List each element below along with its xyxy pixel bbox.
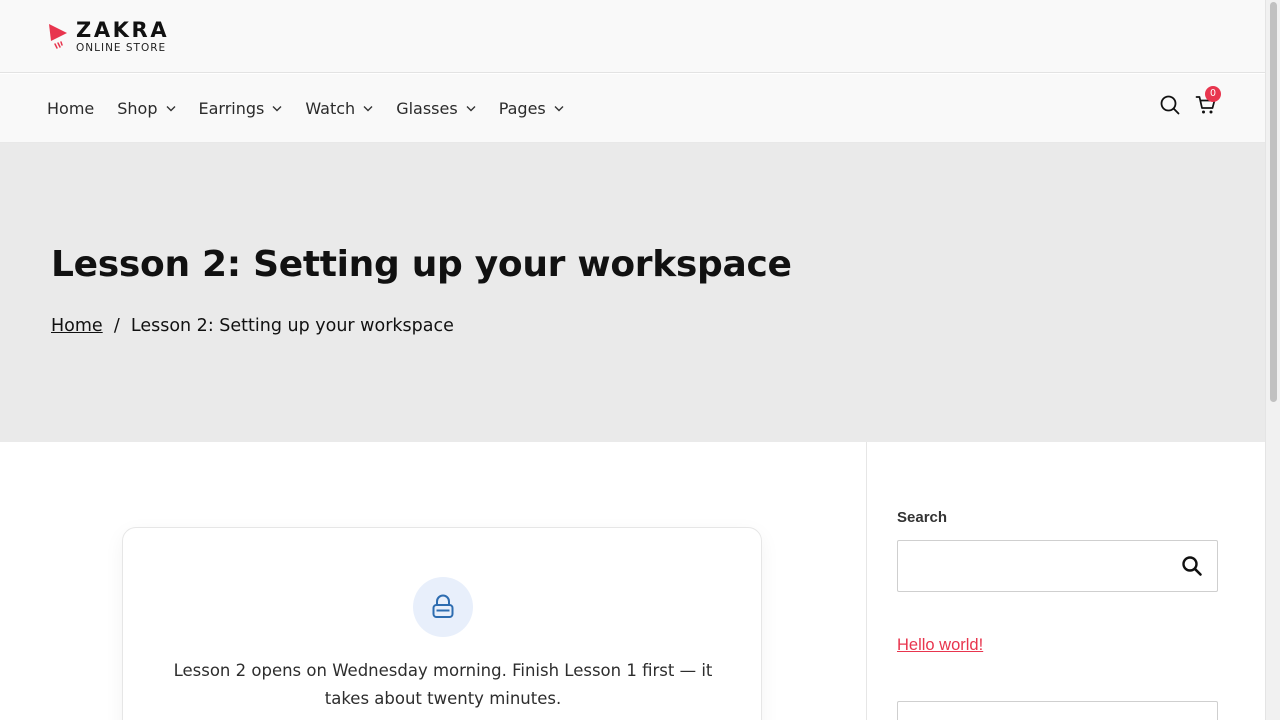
scrollbar-thumb[interactable] [1270, 2, 1277, 402]
nav-item-earrings[interactable]: Earrings [199, 99, 283, 118]
sidebar-widget-box[interactable] [897, 701, 1218, 720]
sidebar-search-input[interactable] [898, 541, 1168, 591]
header-actions: 0 [1159, 86, 1221, 116]
nav-item-watch[interactable]: Watch [305, 99, 373, 118]
sidebar-search-label: Search [897, 509, 948, 526]
logo-icon [49, 24, 67, 49]
brand-tagline: ONLINE STORE [76, 42, 167, 54]
sidebar-search-box [897, 540, 1218, 592]
site-header-top: ZAKRA ONLINE STORE [0, 0, 1265, 73]
chevron-down-icon [272, 106, 282, 112]
breadcrumb-current: Lesson 2: Setting up your workspace [130, 316, 454, 336]
chevron-down-icon [554, 106, 564, 112]
search-icon[interactable] [1181, 555, 1203, 577]
chevron-down-icon [363, 106, 373, 112]
nav-item-shop[interactable]: Shop [117, 99, 175, 118]
nav-item-label: Watch [305, 99, 356, 118]
breadcrumb: Home / Lesson 2: Setting up your workspa… [51, 316, 454, 336]
lock-icon-badge [413, 577, 473, 637]
nav-item-label: Pages [498, 99, 546, 118]
nav-item-home[interactable]: Home [47, 99, 94, 118]
breadcrumb-separator: / [108, 316, 126, 336]
nav-item-glasses[interactable]: Glasses [396, 99, 476, 118]
nav-item-pages[interactable]: Pages [499, 99, 564, 118]
main-navigation-bar: Home Shop Earrings Watch Glasses Pages 0 [0, 74, 1265, 143]
sidebar-recent-post-link[interactable]: Hello world! [897, 636, 983, 655]
locked-lesson-message: Lesson 2 opens on Wednesday morning. Fin… [173, 661, 713, 708]
nav-item-label: Glasses [396, 99, 458, 118]
search-icon[interactable] [1159, 94, 1181, 116]
chevron-down-icon [466, 106, 476, 112]
site-logo[interactable]: ZAKRA ONLINE STORE [47, 19, 169, 55]
lock-icon [432, 594, 454, 618]
primary-menu: Home Shop Earrings Watch Glasses Pages [47, 74, 587, 143]
breadcrumb-home-link[interactable]: Home [51, 316, 103, 336]
page-header: Lesson 2: Setting up your workspace Home… [0, 143, 1265, 442]
nav-item-label: Earrings [198, 99, 265, 118]
chevron-down-icon [166, 106, 175, 112]
brand-name: ZAKRA [76, 18, 170, 42]
cart-count-badge: 0 [1205, 86, 1221, 102]
nav-item-label: Home [47, 99, 95, 118]
nav-item-label: Shop [117, 99, 158, 118]
page-title: Lesson 2: Setting up your workspace [51, 244, 792, 285]
cart-button[interactable]: 0 [1195, 86, 1221, 116]
content-sidebar-divider [866, 442, 867, 720]
locked-lesson-card: Lesson 2 opens on Wednesday morning. Fin… [122, 527, 762, 720]
page-scrollbar[interactable] [1265, 0, 1280, 720]
